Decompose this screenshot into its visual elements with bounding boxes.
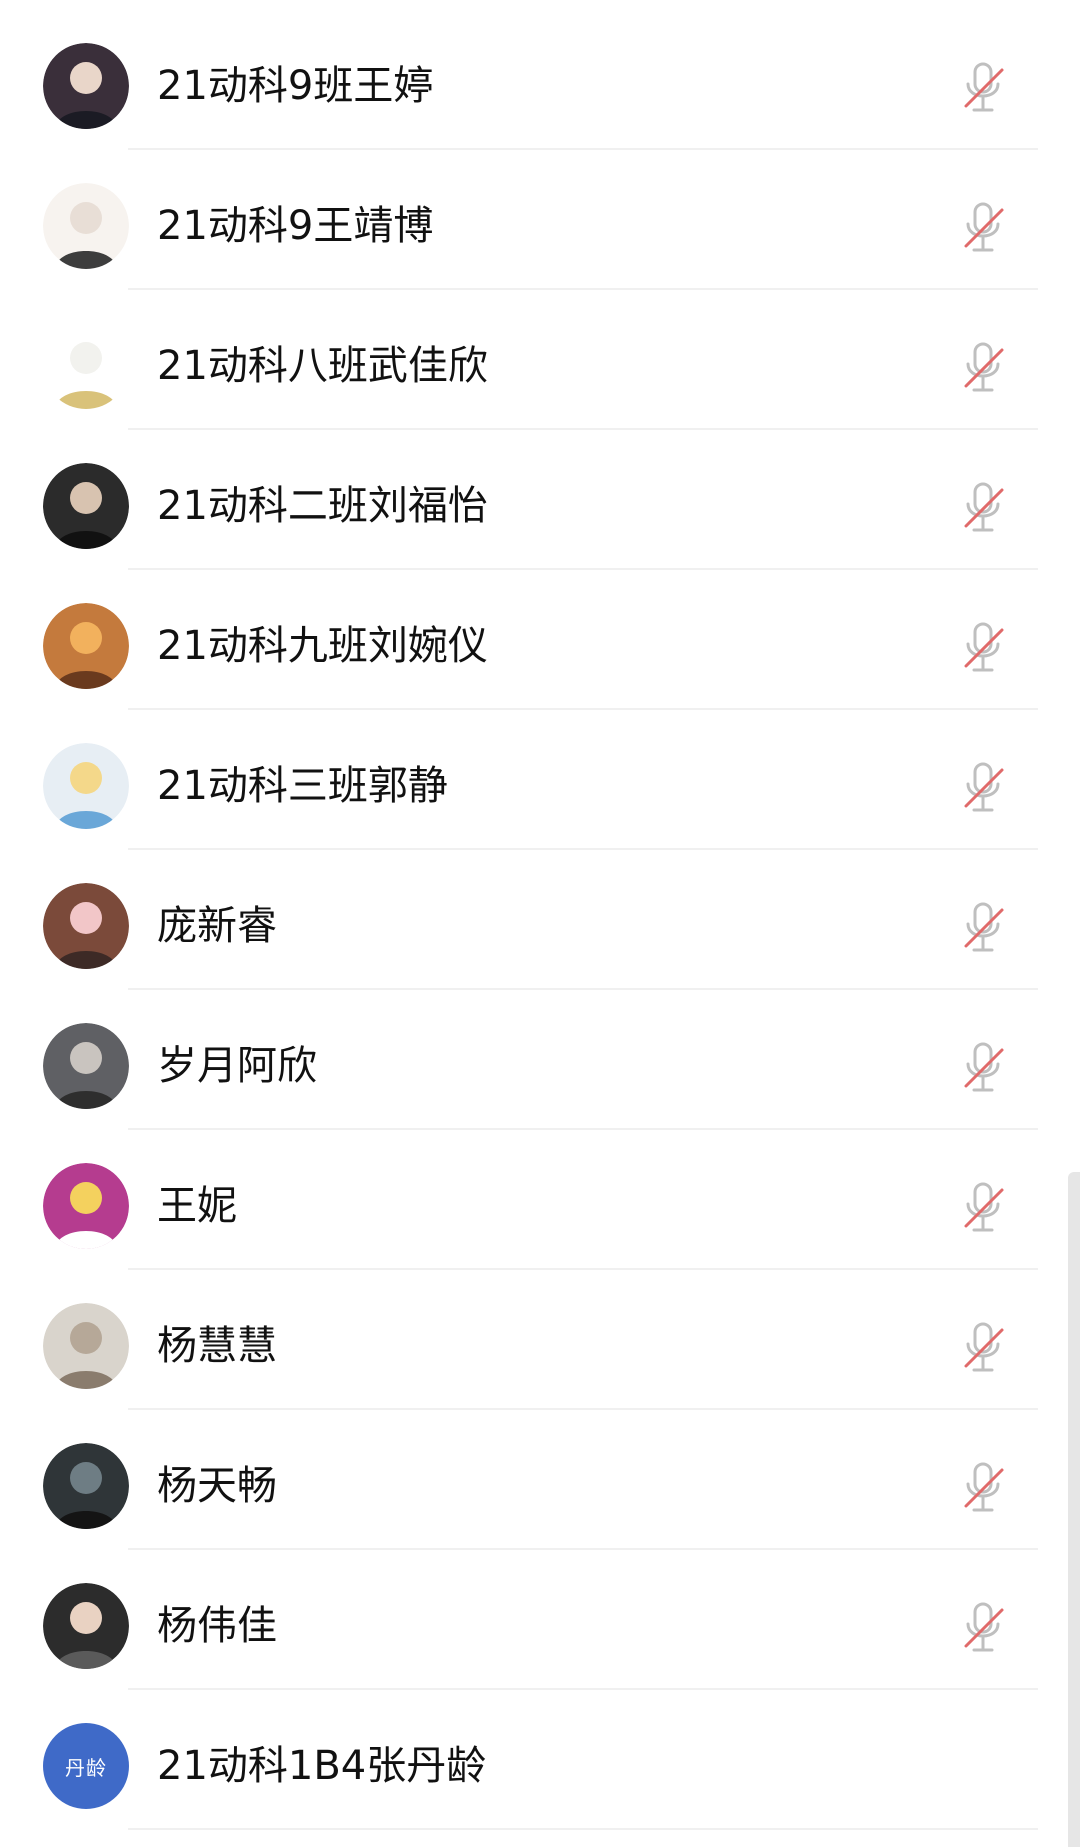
scrollbar[interactable] — [1068, 1172, 1080, 1847]
member-row[interactable]: 杨伟佳 — [0, 1550, 1080, 1690]
member-row[interactable]: 杨慧慧 — [0, 1270, 1080, 1410]
avatar[interactable] — [43, 1163, 129, 1249]
avatar-image — [43, 883, 129, 969]
microphone-muted-icon — [958, 480, 1008, 536]
avatar[interactable] — [43, 1303, 129, 1389]
member-row[interactable]: 21动科九班刘婉仪 — [0, 570, 1080, 710]
avatar[interactable] — [43, 183, 129, 269]
member-name: 21动科八班武佳欣 — [157, 343, 488, 389]
member-name: 岁月阿欣 — [157, 1043, 317, 1089]
member-name: 21动科二班刘福怡 — [157, 483, 488, 529]
microphone-muted-icon — [958, 1600, 1008, 1656]
member-name: 21动科9王靖博 — [157, 203, 434, 249]
avatar[interactable] — [43, 323, 129, 409]
member-row[interactable]: 21动科八班武佳欣 — [0, 290, 1080, 430]
avatar-image — [43, 1583, 129, 1669]
avatar[interactable] — [43, 883, 129, 969]
member-row[interactable]: 王妮 — [0, 1130, 1080, 1270]
member-row[interactable]: 庞新睿 — [0, 850, 1080, 990]
avatar-image — [43, 1303, 129, 1389]
member-row[interactable]: 丹龄 21动科1B4张丹龄 — [0, 1690, 1080, 1830]
avatar[interactable] — [43, 603, 129, 689]
avatar[interactable]: 丹龄 — [43, 1723, 129, 1809]
avatar[interactable] — [43, 1583, 129, 1669]
member-name: 21动科1B4张丹龄 — [157, 1743, 487, 1789]
member-row[interactable]: 21动科三班郭静 — [0, 710, 1080, 850]
avatar[interactable] — [43, 743, 129, 829]
avatar-image — [43, 323, 129, 409]
member-name: 杨慧慧 — [157, 1323, 277, 1369]
avatar-initials: 丹龄 — [65, 1755, 107, 1780]
avatar-image — [43, 1443, 129, 1529]
member-name: 王妮 — [157, 1183, 237, 1229]
microphone-muted-icon — [958, 200, 1008, 256]
microphone-muted-icon — [958, 1320, 1008, 1376]
member-row[interactable]: 21动科9王靖博 — [0, 150, 1080, 290]
member-name: 杨伟佳 — [157, 1603, 277, 1649]
member-row[interactable]: 杨天畅 — [0, 1410, 1080, 1550]
avatar-image — [43, 1163, 129, 1249]
microphone-muted-icon — [958, 340, 1008, 396]
avatar-image — [43, 1023, 129, 1109]
avatar-image — [43, 183, 129, 269]
avatar[interactable] — [43, 1023, 129, 1109]
avatar-image — [43, 43, 129, 129]
member-name: 21动科9班王婷 — [157, 63, 434, 109]
avatar[interactable] — [43, 1443, 129, 1529]
member-row[interactable]: 21动科二班刘福怡 — [0, 430, 1080, 570]
microphone-muted-icon — [958, 620, 1008, 676]
member-name: 21动科九班刘婉仪 — [157, 623, 488, 669]
avatar-image — [43, 603, 129, 689]
member-row[interactable]: 21动科9班王婷 — [0, 10, 1080, 150]
microphone-muted-icon — [958, 900, 1008, 956]
avatar[interactable] — [43, 463, 129, 549]
microphone-muted-icon — [958, 1460, 1008, 1516]
microphone-muted-icon — [958, 60, 1008, 116]
microphone-muted-icon — [958, 760, 1008, 816]
microphone-muted-icon — [958, 1180, 1008, 1236]
avatar-image — [43, 743, 129, 829]
member-name: 庞新睿 — [157, 903, 277, 949]
member-name: 21动科三班郭静 — [157, 763, 448, 809]
member-name: 杨天畅 — [157, 1463, 277, 1509]
microphone-muted-icon — [958, 1040, 1008, 1096]
row-divider — [128, 1828, 1038, 1830]
avatar-image — [43, 463, 129, 549]
member-row[interactable]: 岁月阿欣 — [0, 990, 1080, 1130]
member-list: 21动科9班王婷 21动科9王靖博 21动科八班武佳欣 21动科二班刘福怡 21动科九班… — [0, 10, 1080, 1830]
avatar[interactable] — [43, 43, 129, 129]
